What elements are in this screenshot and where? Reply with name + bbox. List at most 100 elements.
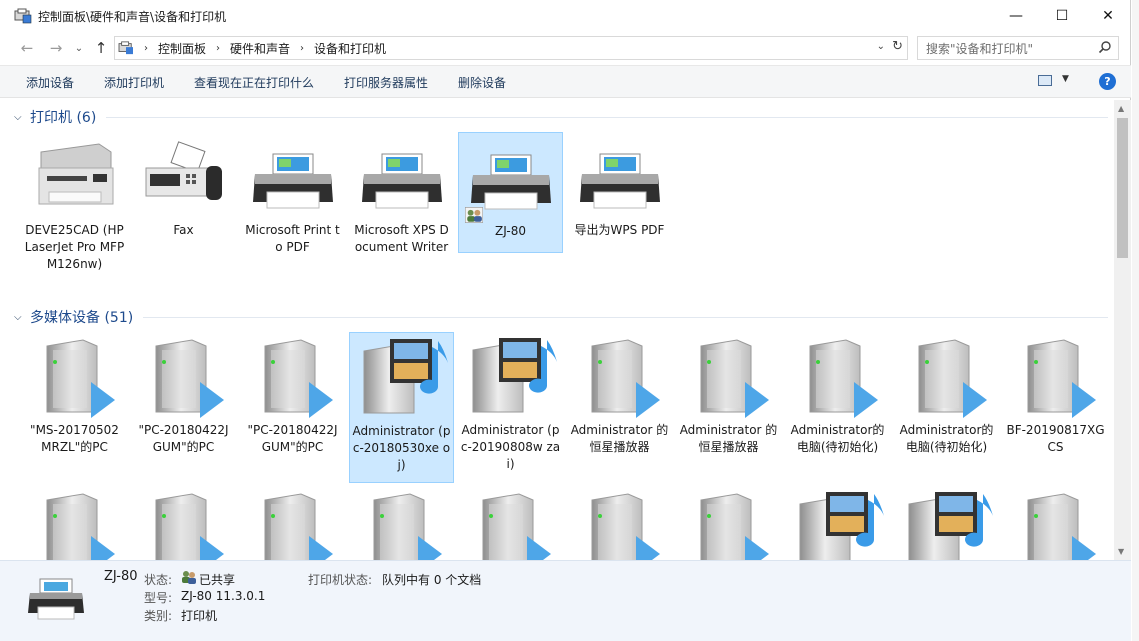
- media-server-icon: [461, 486, 561, 560]
- multimedia-row3-tile[interactable]: [349, 486, 454, 560]
- vertical-scrollbar[interactable]: ▲ ▼: [1114, 100, 1131, 560]
- device-name: ZJ-80: [104, 569, 138, 584]
- devices-printers-window: 控制面板\硬件和声音\设备和打印机 — ☐ ✕ ← → ⌄ ↑ › 控制面板 ›…: [0, 0, 1131, 641]
- chevron-down-icon[interactable]: ⌵: [14, 312, 28, 323]
- media-server-icon: [243, 486, 343, 560]
- printers-tile-label: DEVE25CAD (HP LaserJet Pro MFP M126nw): [24, 223, 125, 271]
- multimedia-tile[interactable]: "PC-20180422J GUM"的PC: [131, 332, 236, 456]
- remove-device-button[interactable]: 删除设备: [458, 74, 506, 91]
- shared-users-icon: [182, 571, 196, 584]
- multimedia-tile[interactable]: "MS-20170502 MRZL"的PC: [22, 332, 127, 456]
- multimedia-row3-tile[interactable]: [240, 486, 345, 560]
- print-server-properties-button[interactable]: 打印服务器属性: [344, 74, 428, 91]
- close-button[interactable]: ✕: [1085, 0, 1131, 32]
- media-library-icon: [352, 333, 452, 423]
- back-button[interactable]: ←: [16, 37, 38, 59]
- multimedia-tile[interactable]: "PC-20180422J GUM"的PC: [240, 332, 345, 456]
- media-server-icon: [679, 486, 779, 560]
- media-server-icon: [570, 486, 670, 560]
- printers-tile-label: Microsoft XPS Document Writer: [354, 223, 449, 254]
- multimedia-tile[interactable]: BF-20190817XG CS: [1003, 332, 1108, 456]
- printer-status-label: 打印机状态:: [308, 573, 373, 587]
- forward-button[interactable]: →: [45, 37, 67, 59]
- search-icon[interactable]: [1098, 40, 1112, 54]
- address-bar[interactable]: › 控制面板 › 硬件和声音 › 设备和打印机 ⌄ ↻: [114, 36, 908, 60]
- scroll-down-icon[interactable]: ▼: [1118, 547, 1124, 556]
- chevron-right-icon[interactable]: ›: [300, 43, 304, 54]
- breadcrumb-hardware-sound[interactable]: 硬件和声音: [230, 40, 290, 57]
- up-button[interactable]: ↑: [90, 37, 112, 59]
- media-library-icon: [788, 486, 888, 560]
- printers-tile-label: ZJ-80: [495, 224, 526, 238]
- multimedia-row3-tile[interactable]: [894, 486, 999, 560]
- printer-icon: [570, 132, 670, 222]
- printers-tile[interactable]: Fax: [131, 132, 236, 239]
- multimedia-tile-label: Administrator的 电脑(待初始化): [790, 423, 885, 454]
- recent-locations-icon[interactable]: ⌄: [68, 37, 90, 59]
- devices-content: ⌵ 打印机 (6) DEVE25CAD (HP LaserJet Pro MFP…: [0, 100, 1114, 560]
- media-library-icon: [461, 332, 561, 422]
- group-header-printers[interactable]: ⌵ 打印机 (6): [14, 107, 1108, 127]
- search-placeholder: 搜索"设备和打印机": [926, 41, 1034, 56]
- refresh-icon[interactable]: ↻: [892, 39, 903, 54]
- multimedia-tile-label: "PC-20180422J GUM"的PC: [138, 423, 229, 454]
- multimedia-tile-label: Administrator 的恒星播放器: [570, 423, 669, 454]
- change-view-icon[interactable]: [1038, 75, 1052, 86]
- multimedia-tile[interactable]: Administrator (pc-20180530xe oj): [349, 332, 454, 483]
- multimedia-tile-label: Administrator的 电脑(待初始化): [899, 423, 994, 454]
- details-pane: ZJ-80 状态: 已共享 打印机状态: 队列中有 0 个文档 型号: ZJ-8…: [0, 560, 1131, 641]
- title-bar: 控制面板\硬件和声音\设备和打印机 — ☐ ✕: [0, 0, 1131, 32]
- printer-icon: [461, 133, 561, 224]
- multimedia-row3-tile[interactable]: [1003, 486, 1108, 560]
- multimedia-row3-tile[interactable]: [458, 486, 563, 560]
- printers-tile[interactable]: ZJ-80: [458, 132, 563, 253]
- media-server-icon: [352, 486, 452, 560]
- multimedia-tile-label: "PC-20180422J GUM"的PC: [247, 423, 338, 454]
- multimedia-tile[interactable]: Administrator 的恒星播放器: [567, 332, 672, 456]
- view-dropdown-icon[interactable]: ▼: [1062, 74, 1069, 84]
- minimize-button[interactable]: —: [993, 0, 1039, 32]
- multimedia-tile[interactable]: Administrator的 电脑(待初始化): [785, 332, 890, 456]
- scroll-up-icon[interactable]: ▲: [1118, 104, 1124, 113]
- chevron-down-icon[interactable]: ⌵: [14, 112, 28, 123]
- add-printer-button[interactable]: 添加打印机: [104, 74, 164, 91]
- multimedia-tile-label: Administrator 的恒星播放器: [679, 423, 778, 454]
- printers-tile[interactable]: 导出为WPS PDF: [567, 132, 672, 239]
- multimedia-tile[interactable]: Administrator (pc-20190808w zai): [458, 332, 563, 473]
- chevron-right-icon[interactable]: ›: [216, 43, 220, 54]
- printer-status-value: 队列中有 0 个文档: [382, 573, 482, 587]
- printers-tile[interactable]: DEVE25CAD (HP LaserJet Pro MFP M126nw): [22, 132, 127, 273]
- multimedia-tile[interactable]: Administrator的 电脑(待初始化): [894, 332, 999, 456]
- multimedia-tile-label: "MS-20170502 MRZL"的PC: [30, 423, 119, 454]
- media-server-icon: [1006, 332, 1106, 422]
- chevron-right-icon: ›: [144, 42, 148, 54]
- shared-users-icon: [463, 206, 484, 224]
- printer-icon: [28, 578, 84, 620]
- scrollbar-thumb[interactable]: [1117, 118, 1128, 258]
- media-server-icon: [679, 332, 779, 422]
- multimedia-tile[interactable]: Administrator 的恒星播放器: [676, 332, 781, 456]
- printers-tile[interactable]: Microsoft Print to PDF: [240, 132, 345, 256]
- add-device-button[interactable]: 添加设备: [26, 74, 74, 91]
- breadcrumb-control-panel[interactable]: 控制面板: [158, 40, 206, 57]
- multimedia-row3-tile[interactable]: [567, 486, 672, 560]
- window-title: 控制面板\硬件和声音\设备和打印机: [38, 9, 227, 24]
- multimedia-row3-tile[interactable]: [131, 486, 236, 560]
- media-library-icon: [897, 486, 997, 560]
- multimedia-tile-label: Administrator (pc-20180530xe oj): [352, 424, 451, 472]
- multimedia-row3-tile[interactable]: [785, 486, 890, 560]
- multimedia-row3-tile[interactable]: [676, 486, 781, 560]
- media-server-icon: [25, 332, 125, 422]
- breadcrumb-devices-printers[interactable]: 设备和打印机: [314, 40, 386, 57]
- multimedia-row3-tile[interactable]: [22, 486, 127, 560]
- printers-tile-label: Fax: [173, 223, 194, 237]
- search-input[interactable]: 搜索"设备和打印机": [917, 36, 1119, 60]
- group-header-multimedia[interactable]: ⌵ 多媒体设备 (51): [14, 307, 1108, 327]
- help-button[interactable]: ?: [1099, 73, 1116, 90]
- address-dropdown-icon[interactable]: ⌄: [877, 41, 885, 52]
- maximize-button[interactable]: ☐: [1039, 0, 1085, 32]
- media-server-icon: [134, 332, 234, 422]
- printers-tile[interactable]: Microsoft XPS Document Writer: [349, 132, 454, 256]
- see-printing-button[interactable]: 查看现在正在打印什么: [194, 74, 314, 91]
- control-panel-icon: [118, 41, 133, 55]
